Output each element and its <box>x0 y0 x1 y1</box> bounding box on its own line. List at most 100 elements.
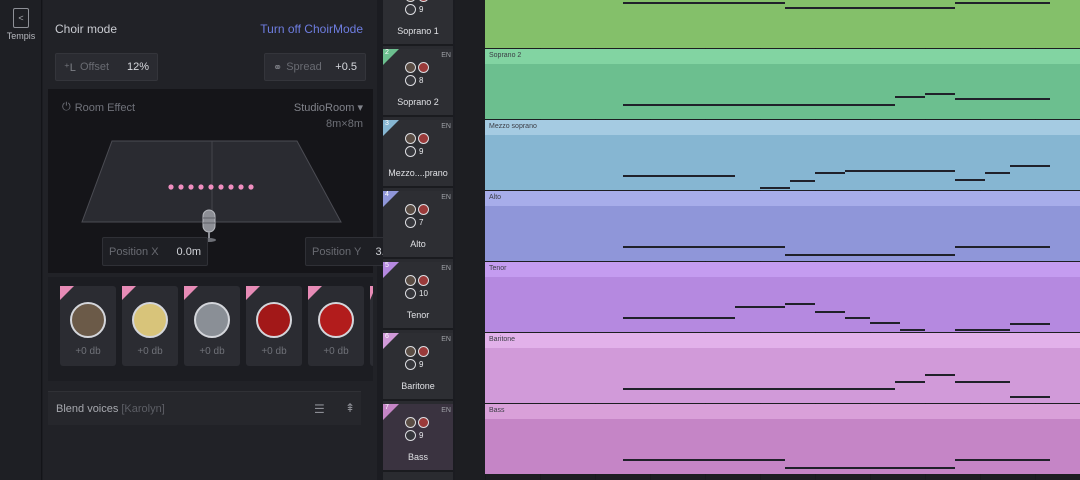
voice-card-partial[interactable] <box>370 286 373 366</box>
track-index: 6 <box>385 333 389 340</box>
track-header[interactable]: 6 EN 9 Baritone <box>383 333 453 401</box>
collapse-icon[interactable]: ⇞ <box>345 401 355 415</box>
note[interactable] <box>790 180 815 182</box>
note[interactable] <box>815 172 845 174</box>
voice-count: 10 <box>419 289 428 298</box>
language-tag[interactable]: EN <box>441 52 451 59</box>
note[interactable] <box>1010 165 1050 167</box>
track-header[interactable]: 7 EN 9 Bass <box>383 404 453 472</box>
turn-off-choir-button[interactable]: Turn off ChoirMode <box>260 22 363 36</box>
note[interactable] <box>675 2 785 4</box>
language-tag[interactable]: EN <box>441 123 451 130</box>
note[interactable] <box>955 329 1010 331</box>
note[interactable] <box>955 98 1050 100</box>
lane-body[interactable] <box>485 206 1080 261</box>
note[interactable] <box>845 317 870 319</box>
note[interactable] <box>623 104 735 106</box>
voice-card[interactable]: +0 db <box>122 286 178 366</box>
track-lane[interactable]: Bass <box>485 404 1080 474</box>
track-lane[interactable]: Tenor <box>485 262 1080 337</box>
note[interactable] <box>925 93 955 95</box>
voice-card[interactable]: +0 db <box>308 286 364 366</box>
piano-roll-grid[interactable]: Soprano 2 Mezzo soprano Alto Tenor Baritone B… <box>455 0 1080 480</box>
position-x-field[interactable]: Position X 0.0m <box>102 237 208 266</box>
voice-corner-marker <box>122 286 136 300</box>
voice-count: 9 <box>419 360 424 369</box>
room-type-select[interactable]: StudioRoom ▾ <box>294 101 363 114</box>
note[interactable] <box>785 7 955 9</box>
avatar[interactable]: 10 <box>403 275 433 299</box>
voice-card[interactable]: +0 db <box>184 286 240 366</box>
list-icon[interactable]: ☰ <box>314 402 325 416</box>
note[interactable] <box>785 303 815 305</box>
note[interactable] <box>955 246 1050 248</box>
note[interactable] <box>815 311 845 313</box>
note[interactable] <box>895 96 925 98</box>
track-lane[interactable]: Mezzo soprano <box>485 120 1080 197</box>
note[interactable] <box>900 329 925 331</box>
note[interactable] <box>735 306 785 308</box>
note[interactable] <box>785 254 955 256</box>
avatar[interactable]: 8 <box>403 62 433 86</box>
room-type-value: StudioRoom <box>293 102 355 114</box>
spread-field[interactable]: ⚭ Spread +0.5 <box>264 53 366 81</box>
room-effect-toggle[interactable]: ⏻ Room Effect <box>62 101 135 114</box>
track-header[interactable]: 5 EN 10 Tenor <box>383 262 453 330</box>
track-lane[interactable]: Baritone <box>485 333 1080 403</box>
language-tag[interactable]: EN <box>441 407 451 414</box>
note[interactable] <box>985 172 1010 174</box>
language-tag[interactable]: EN <box>441 336 451 343</box>
language-tag[interactable]: EN <box>441 194 451 201</box>
track-name: Baritone <box>401 381 435 391</box>
note[interactable] <box>845 170 955 172</box>
voice-corner-marker <box>370 286 373 300</box>
note[interactable] <box>623 317 735 319</box>
note[interactable] <box>623 2 675 4</box>
note[interactable] <box>623 175 735 177</box>
voice-card[interactable]: +0 db <box>60 286 116 366</box>
language-tag[interactable]: EN <box>441 265 451 272</box>
document-icon: < <box>13 8 29 28</box>
voice-count: 9 <box>419 431 424 440</box>
lane-body[interactable] <box>485 419 1080 474</box>
avatar[interactable]: 9 <box>403 133 433 157</box>
note[interactable] <box>955 459 1050 461</box>
tempis-button[interactable]: < Tempis <box>4 8 38 48</box>
lane-label: Mezzo soprano <box>485 120 1080 135</box>
track-lane[interactable] <box>485 0 1080 48</box>
avatar[interactable]: 9 <box>403 417 433 441</box>
track-lane[interactable]: Alto <box>485 191 1080 261</box>
voice-card[interactable]: +0 db <box>246 286 302 366</box>
note[interactable] <box>623 388 895 390</box>
track-header[interactable]: 2 EN 8 Soprano 2 <box>383 49 453 117</box>
lane-body[interactable] <box>485 0 1080 48</box>
lane-body[interactable] <box>485 348 1080 403</box>
spread-label: Spread <box>286 61 322 73</box>
note[interactable] <box>1010 396 1050 398</box>
avatar[interactable]: 9 <box>403 346 433 370</box>
note[interactable] <box>760 187 790 189</box>
spread-value: +0.5 <box>335 61 357 73</box>
note[interactable] <box>623 246 785 248</box>
track-lane[interactable]: Soprano 2 <box>485 49 1080 119</box>
lane-body[interactable] <box>485 135 1080 197</box>
note[interactable] <box>895 381 925 383</box>
offset-field[interactable]: ⁺L Offset 12% <box>55 53 158 81</box>
note[interactable] <box>955 2 1050 4</box>
note[interactable] <box>735 104 895 106</box>
track-header[interactable]: 3 EN 9 Mezzo....prano <box>383 120 453 188</box>
note[interactable] <box>955 381 1010 383</box>
note[interactable] <box>785 467 955 469</box>
note[interactable] <box>1010 323 1050 325</box>
note[interactable] <box>623 459 785 461</box>
note[interactable] <box>870 322 900 324</box>
lane-body[interactable] <box>485 277 1080 337</box>
avatar[interactable]: 7 <box>403 204 433 228</box>
note[interactable] <box>925 374 955 376</box>
note[interactable] <box>955 179 985 181</box>
track-header[interactable]: 4 EN 7 Alto <box>383 191 453 259</box>
track-name: Bass <box>407 452 428 462</box>
avatar[interactable]: 9 <box>403 0 433 15</box>
lane-body[interactable] <box>485 64 1080 119</box>
track-header[interactable]: 1EN9Soprano 1 <box>383 0 453 46</box>
